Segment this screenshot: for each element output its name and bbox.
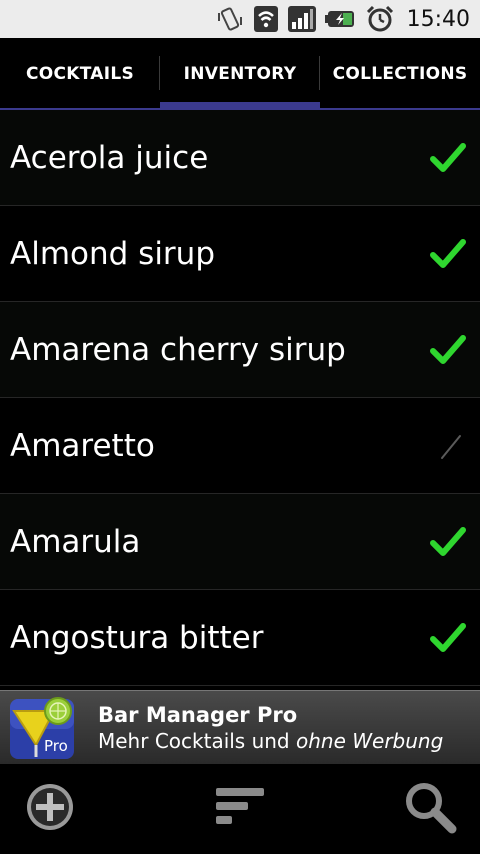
alarm-clock-icon <box>365 4 395 34</box>
checkmark-icon[interactable] <box>428 618 468 658</box>
wifi-icon <box>253 4 279 34</box>
checkmark-icon[interactable] <box>428 234 468 274</box>
checkmark-icon[interactable] <box>428 522 468 562</box>
ingredient-name: Amarena cherry sirup <box>10 331 346 368</box>
sort-icon <box>212 782 268 836</box>
promo-subtitle-italic: ohne Werbung <box>296 728 444 753</box>
signal-icon <box>287 4 317 34</box>
ingredient-name: Amarula <box>10 523 141 560</box>
ingredient-name: Almond sirup <box>10 235 215 272</box>
tab-label: INVENTORY <box>183 64 297 84</box>
list-item[interactable]: Amaretto <box>0 398 480 494</box>
sort-button[interactable] <box>190 764 290 854</box>
promo-subtitle: Mehr Cocktails und ohne Werbung <box>98 729 443 753</box>
battery-charging-icon <box>324 4 357 34</box>
promo-subtitle-normal: Mehr Cocktails und <box>98 728 296 753</box>
checkmark-icon[interactable] <box>428 138 468 178</box>
tab-label: COLLECTIONS <box>332 64 468 84</box>
promo-banner[interactable]: Pro Bar Manager Pro Mehr Cocktails und o… <box>0 690 480 764</box>
tab-cocktails[interactable]: COCKTAILS <box>0 38 160 110</box>
checkmark-icon[interactable] <box>428 330 468 370</box>
checkmark-icon[interactable] <box>428 426 468 466</box>
add-button[interactable] <box>0 764 100 854</box>
ingredient-name: Acerola juice <box>10 139 209 176</box>
list-item[interactable]: Amarula <box>0 494 480 590</box>
vibrate-icon <box>215 4 245 34</box>
promo-title: Bar Manager Pro <box>98 702 298 727</box>
ingredient-name: Amaretto <box>10 427 155 464</box>
status-bar: 15:40 <box>0 0 480 38</box>
tab-inventory[interactable]: INVENTORY <box>160 38 320 110</box>
pro-badge: Pro <box>44 736 68 755</box>
ingredient-name: Angostura bitter <box>10 619 264 656</box>
list-item[interactable]: Angostura bitter <box>0 590 480 686</box>
tab-collections[interactable]: COLLECTIONS <box>320 38 480 110</box>
app-logo-icon: Pro <box>8 693 80 763</box>
tab-bar: COCKTAILS INVENTORY COLLECTIONS <box>0 38 480 110</box>
bottom-toolbar <box>0 764 480 854</box>
list-item[interactable]: Almond sirup <box>0 206 480 302</box>
list-item[interactable]: Amarena cherry sirup <box>0 302 480 398</box>
status-time: 15:40 <box>406 6 470 32</box>
search-icon <box>402 779 458 839</box>
list-item[interactable]: Acerola juice <box>0 110 480 206</box>
add-icon <box>23 780 77 838</box>
inventory-list[interactable]: Acerola juice Almond sirup Amarena cherr… <box>0 110 480 690</box>
tab-label: COCKTAILS <box>25 64 135 84</box>
search-button[interactable] <box>380 764 480 854</box>
